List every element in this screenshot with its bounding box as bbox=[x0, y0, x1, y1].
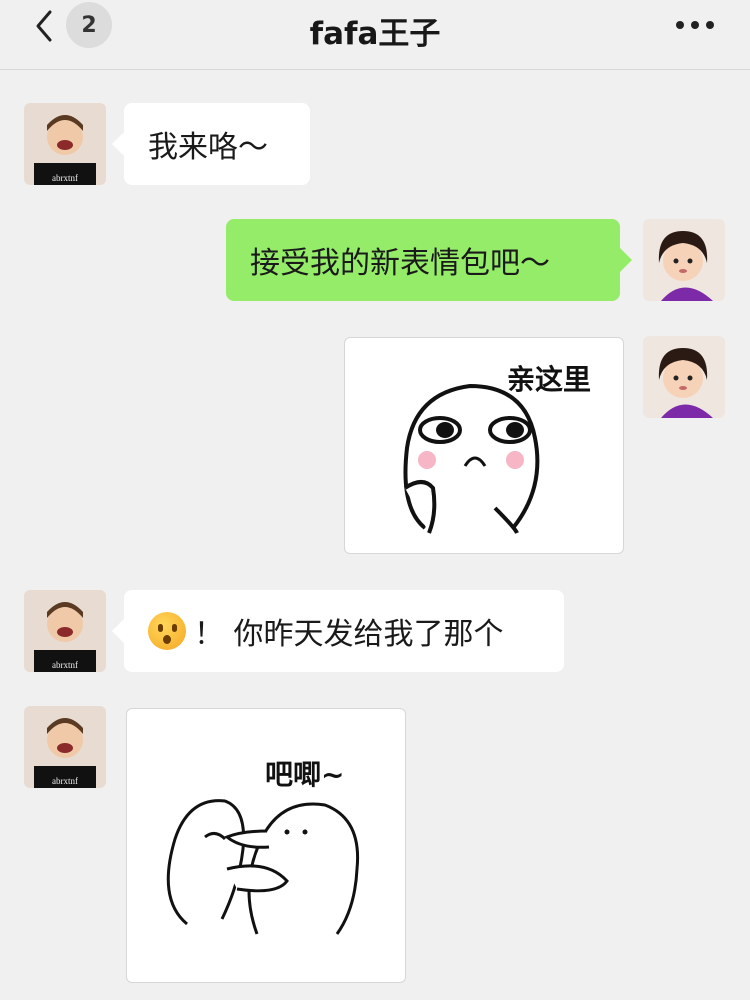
more-dots-icon bbox=[676, 21, 714, 29]
message-bubble-received[interactable]: ！ 你昨天发给我了那个 bbox=[112, 590, 564, 672]
chat-header: 2 fafa王子 bbox=[0, 0, 750, 70]
message-text: ！ 你昨天发给我了那个 bbox=[194, 617, 504, 652]
kissing-characters-sticker bbox=[166, 799, 360, 935]
chevron-left-icon bbox=[36, 10, 52, 42]
message-text: 我来咯～ bbox=[148, 130, 268, 165]
girl-avatar-image bbox=[643, 219, 725, 301]
girl-avatar-image bbox=[643, 336, 725, 418]
message-bubble-sent[interactable]: 接受我的新表情包吧～ bbox=[226, 219, 632, 301]
thinking-character-sticker bbox=[403, 383, 540, 534]
sticker-message-received[interactable]: 吧唧~ bbox=[126, 708, 406, 983]
message-text: 接受我的新表情包吧～ bbox=[250, 246, 550, 281]
boy-avatar-image: abrxtnf bbox=[24, 706, 106, 788]
message-bubble-received[interactable]: 我来咯～ bbox=[112, 103, 310, 185]
sticker-message-sent[interactable]: 亲这里 bbox=[344, 337, 624, 554]
more-options-button[interactable] bbox=[670, 10, 720, 40]
svg-text:abrxtnf: abrxtnf bbox=[52, 776, 78, 786]
hushed-face-emoji-icon bbox=[148, 612, 186, 650]
svg-text:abrxtnf: abrxtnf bbox=[52, 173, 78, 183]
unread-count-badge[interactable]: 2 bbox=[66, 2, 112, 48]
avatar-contact[interactable]: abrxtnf bbox=[24, 103, 106, 185]
chat-title: fafa王子 bbox=[309, 16, 441, 52]
back-button[interactable] bbox=[30, 8, 66, 44]
boy-avatar-image: abrxtnf bbox=[24, 103, 106, 185]
avatar-contact[interactable]: abrxtnf bbox=[24, 706, 106, 788]
avatar-self[interactable] bbox=[643, 336, 725, 418]
svg-text:abrxtnf: abrxtnf bbox=[52, 660, 78, 670]
avatar-contact[interactable]: abrxtnf bbox=[24, 590, 106, 672]
boy-avatar-image: abrxtnf bbox=[24, 590, 106, 672]
avatar-self[interactable] bbox=[643, 219, 725, 301]
